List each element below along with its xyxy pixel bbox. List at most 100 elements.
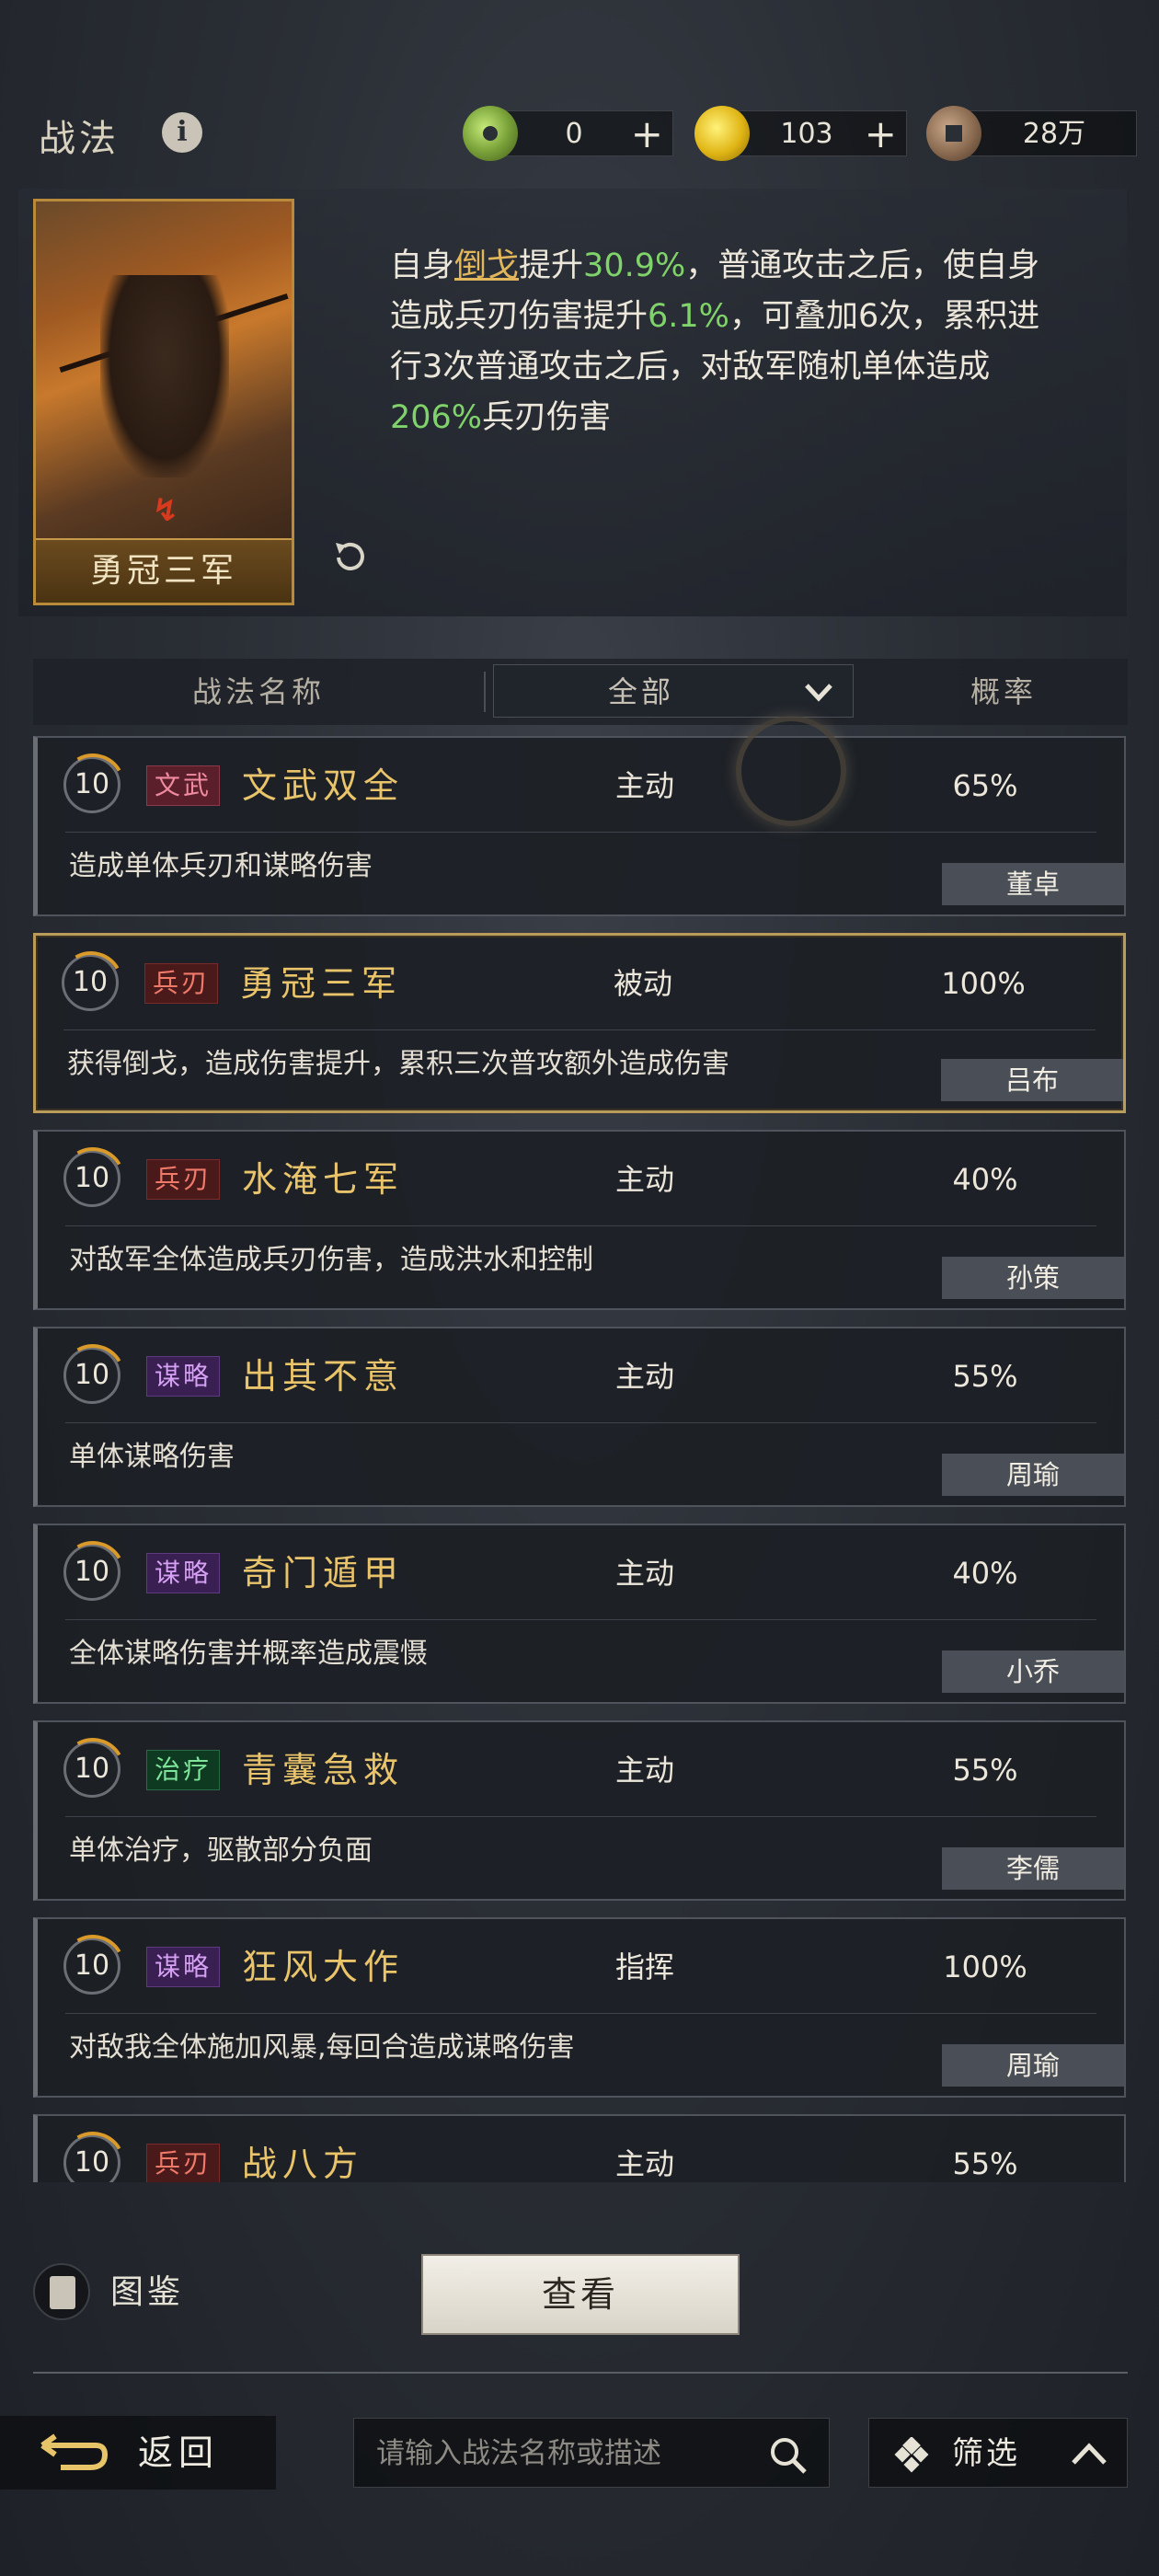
skill-row[interactable]: 10 谋略 狂风大作 指挥 100% 对敌我全体施加风暴,每回合造成谋略伤害 周… [33,1917,1126,2098]
skill-rate: 40% [952,1162,1018,1197]
skill-summary: 对敌军全体造成兵刃伤害，造成洪水和控制 [69,1244,593,1276]
codex-icon[interactable] [33,2263,90,2320]
level-badge: 10 [63,1741,120,1798]
skill-type: 指挥 [614,1949,674,1984]
gold-add-button[interactable]: + [865,111,897,157]
page-title: 战法 [39,118,120,160]
skill-row[interactable]: 10 治疗 青囊急救 主动 55% 单体治疗，驱散部分负面 李儒 [33,1720,1126,1901]
search-placeholder: 请输入战法名称或描述 [376,2437,661,2470]
skill-list[interactable]: 10 文武 文武双全 主动 65% 造成单体兵刃和谋略伤害 董卓 10 兵刃 勇… [33,736,1128,2182]
skill-rate: 100% [943,1949,1027,1984]
skill-rate: 55% [952,1359,1018,1394]
skill-name: 青囊急救 [242,1750,405,1790]
codex-button[interactable]: 图鉴 [110,2271,184,2315]
bronze-currency: 28万 [926,106,1137,161]
row-divider [65,1422,1096,1423]
skill-name: 狂风大作 [242,1947,405,1987]
level-badge: 10 [63,1544,120,1601]
skill-rate: 100% [941,966,1026,1001]
back-arrow-icon [40,2433,109,2470]
skill-row[interactable]: 10 兵刃 水淹七军 主动 40% 对敌军全体造成兵刃伤害，造成洪水和控制 孙策 [33,1130,1126,1310]
skill-summary: 全体谋略伤害并概率造成震慑 [69,1638,428,1670]
row-divider [65,2013,1096,2014]
category-tag: 兵刃 [146,1159,221,1200]
skill-summary: 单体谋略伤害 [69,1441,235,1473]
owner-general-button[interactable]: 李儒 [942,1847,1124,1890]
level-badge: 10 [63,756,120,813]
skill-type: 主动 [614,768,674,803]
type-filter-dropdown[interactable]: 全部 [493,664,854,718]
category-tag: 文武 [146,765,221,806]
category-tag: 治疗 [146,1750,221,1790]
desc-text: 兵刃伤害 [482,399,612,436]
skill-summary: 对敌我全体施加风暴,每回合造成谋略伤害 [69,2031,575,2064]
skill-name: 文武双全 [242,765,405,806]
card-badge-icon: ↯ [152,492,179,529]
search-icon[interactable] [768,2435,809,2476]
loading-ring [736,716,846,826]
gold-currency: 103 + [694,106,907,161]
desc-text: 自身 [390,247,455,284]
owner-general-button[interactable]: 吕布 [941,1059,1123,1101]
skill-row-selected[interactable]: 10 兵刃 勇冠三军 被动 100% 获得倒戈，造成伤害提升，累积三次普攻额外造… [33,933,1126,1113]
top-bar: 战法 i 0 + 103 + 28万 [0,92,1159,175]
row-divider [63,1029,1096,1030]
owner-general-button[interactable]: 周瑜 [942,1454,1124,1496]
skill-card[interactable]: ↯ 勇冠三军 [33,199,294,605]
owner-general-button[interactable]: 董卓 [942,863,1124,905]
desc-text: 提升 [519,247,584,284]
jade-add-button[interactable]: + [631,111,663,157]
skill-type: 被动 [613,966,672,1001]
level-badge: 10 [63,1347,120,1404]
skill-description: 自身倒戈提升30.9%，普通攻击之后，使自身造成兵刃伤害提升6.1%，可叠加6次… [390,241,1052,443]
refresh-icon[interactable] [327,534,373,580]
skill-type: 主动 [614,1162,674,1197]
row-divider [65,1619,1096,1620]
card-name: 勇冠三军 [36,538,292,603]
skill-row[interactable]: 10 谋略 出其不意 主动 55% 单体谋略伤害 周瑜 [33,1327,1126,1507]
type-filter-value: 全部 [607,674,674,709]
skill-rate: 65% [952,768,1018,803]
skill-row[interactable]: 10 兵刃 战八方 主动 55% [33,2114,1126,2182]
desc-keyword-link[interactable]: 倒戈 [454,247,519,284]
gold-value: 103 [780,118,833,150]
level-badge: 10 [63,1938,120,1995]
bottom-divider [33,2372,1128,2374]
filter-button[interactable]: 筛选 [868,2418,1128,2488]
category-tag: 谋略 [146,1356,221,1397]
skill-row[interactable]: 10 谋略 奇门遁甲 主动 40% 全体谋略伤害并概率造成震慑 小乔 [33,1524,1126,1704]
row-divider [65,1225,1096,1226]
info-icon[interactable]: i [162,112,202,153]
bronze-value: 28万 [1022,118,1086,150]
skill-summary: 造成单体兵刃和谋略伤害 [69,850,373,882]
skill-type: 主动 [614,1753,674,1788]
owner-general-button[interactable]: 周瑜 [942,2044,1124,2087]
row-divider [65,1816,1096,1817]
skill-type: 主动 [614,1556,674,1591]
skill-type: 主动 [614,2146,674,2181]
level-badge: 10 [63,1150,120,1207]
skill-name: 战八方 [242,2144,364,2182]
back-button[interactable]: 返回 [0,2416,276,2490]
category-tag: 兵刃 [144,963,219,1004]
level-badge: 10 [62,954,119,1011]
column-divider [484,672,486,712]
gold-coin-icon [694,106,750,161]
desc-value: 6.1% [648,298,729,335]
column-rate-header: 概率 [970,674,1037,709]
chevron-up-icon [1072,2443,1107,2465]
search-input[interactable]: 请输入战法名称或描述 [353,2418,830,2488]
filter-icon [894,2437,929,2473]
chevron-down-icon [805,684,832,702]
back-label: 返回 [138,2432,220,2473]
view-button[interactable]: 查看 [421,2254,740,2335]
owner-general-button[interactable]: 孙策 [942,1257,1124,1299]
row-divider [65,832,1096,833]
skill-row[interactable]: 10 文武 文武双全 主动 65% 造成单体兵刃和谋略伤害 董卓 [33,736,1126,916]
column-name-header: 战法名称 [191,674,325,709]
skill-name: 勇冠三军 [240,963,403,1004]
level-badge: 10 [63,2134,120,2182]
filter-label: 筛选 [952,2435,1020,2472]
skill-name: 出其不意 [242,1356,405,1397]
owner-general-button[interactable]: 小乔 [942,1650,1124,1693]
